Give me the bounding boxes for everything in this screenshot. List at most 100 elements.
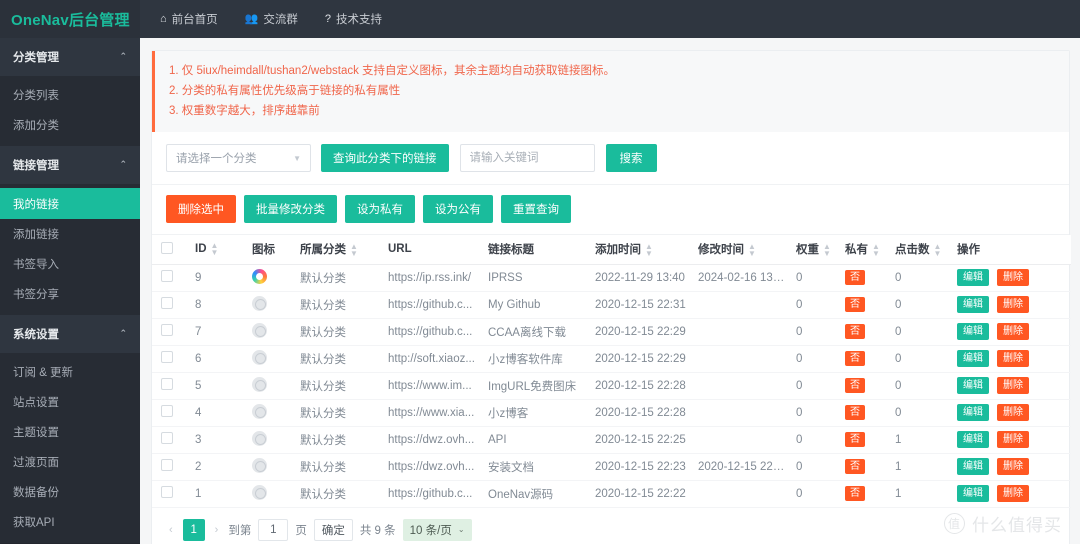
edit-button[interactable]: 编辑 [957,322,989,341]
cell-private: 否 [836,318,886,346]
delete-button[interactable]: 删除 [997,349,1029,368]
row-checkbox[interactable] [161,378,173,390]
sort-icon[interactable]: ▲ ▼ [748,243,756,258]
edit-button[interactable]: 编辑 [957,349,989,368]
private-badge[interactable]: 否 [845,270,865,285]
prev-page-button[interactable]: ‹ [166,524,176,536]
sidebar-item-2-4[interactable]: 数据备份 [0,477,140,507]
sidebar-item-0-0[interactable]: 分类列表 [0,80,140,110]
cell-operations: 编辑 删除 [948,318,1071,346]
sort-icon[interactable]: ▲ ▼ [872,243,880,258]
sort-icon[interactable]: ▲ ▼ [211,242,219,257]
cell-title-value: IPRSS [488,271,523,284]
sort-icon[interactable]: ▲ ▼ [350,243,358,258]
private-badge[interactable]: 否 [845,297,865,312]
column-header-id[interactable]: ID ▲ ▼ [186,235,243,265]
sidebar-item-1-1[interactable]: 添加链接 [0,219,140,249]
sort-icon[interactable]: ▲ ▼ [934,243,942,258]
page-size-select[interactable]: 10 条/页 ⌄ [402,518,472,541]
row-checkbox[interactable] [161,270,173,282]
row-checkbox-cell[interactable] [152,318,186,346]
column-header-added[interactable]: 添加时间 ▲ ▼ [586,235,689,265]
row-checkbox-cell[interactable] [152,453,186,481]
column-header-weight[interactable]: 权重 ▲ ▼ [787,235,836,265]
edit-button[interactable]: 编辑 [957,376,989,395]
delete-button[interactable]: 删除 [997,430,1029,449]
bulk-action-button-1[interactable]: 批量修改分类 [244,195,337,223]
category-select[interactable]: 请选择一个分类 ▼ [166,144,311,172]
bulk-action-button-3[interactable]: 设为公有 [423,195,493,223]
edit-button[interactable]: 编辑 [957,430,989,449]
topnav-item-1[interactable]: 👥 交流群 [245,11,298,27]
private-badge[interactable]: 否 [845,486,865,501]
column-header-private[interactable]: 私有 ▲ ▼ [836,235,886,265]
delete-button[interactable]: 删除 [997,403,1029,422]
sort-icon[interactable]: ▲ ▼ [645,243,653,258]
column-header-check [152,235,186,265]
row-checkbox[interactable] [161,324,173,336]
row-checkbox-cell[interactable] [152,264,186,292]
delete-button[interactable]: 删除 [997,457,1029,476]
cell-updated [689,399,787,427]
sidebar-item-2-3[interactable]: 过渡页面 [0,447,140,477]
sidebar-item-2-2[interactable]: 主题设置 [0,417,140,447]
sort-icon[interactable]: ▲ ▼ [823,243,831,258]
bulk-action-button-0[interactable]: 删除选中 [166,195,236,223]
row-checkbox-cell[interactable] [152,372,186,400]
column-header-updated[interactable]: 修改时间 ▲ ▼ [689,235,787,265]
delete-button[interactable]: 删除 [997,376,1029,395]
sidebar-group-2[interactable]: 系统设置 ⌃ [0,315,140,353]
row-checkbox-cell[interactable] [152,399,186,427]
cell-clicks: 0 [886,399,948,427]
private-badge[interactable]: 否 [845,432,865,447]
select-all-checkbox[interactable] [161,241,173,254]
sidebar-item-2-1[interactable]: 站点设置 [0,387,140,417]
edit-button[interactable]: 编辑 [957,484,989,503]
private-badge[interactable]: 否 [845,378,865,393]
private-badge[interactable]: 否 [845,324,865,339]
next-page-button[interactable]: › [212,524,222,536]
sidebar-item-1-3[interactable]: 书签分享 [0,279,140,309]
delete-button[interactable]: 删除 [997,295,1029,314]
edit-button[interactable]: 编辑 [957,268,989,287]
private-badge[interactable]: 否 [845,351,865,366]
row-checkbox-cell[interactable] [152,426,186,454]
row-checkbox[interactable] [161,351,173,363]
row-checkbox[interactable] [161,486,173,498]
sidebar-item-2-0[interactable]: 订阅 & 更新 [0,357,140,387]
sidebar-item-0-1[interactable]: 添加分类 [0,110,140,140]
page-number-1[interactable]: 1 [182,518,205,541]
sidebar-item-1-2[interactable]: 书签导入 [0,249,140,279]
sidebar-group-0[interactable]: 分类管理 ⌃ [0,38,140,76]
search-button[interactable]: 搜索 [605,144,657,172]
delete-button[interactable]: 删除 [997,268,1029,287]
sidebar-group-1[interactable]: 链接管理 ⌃ [0,146,140,184]
edit-button[interactable]: 编辑 [957,457,989,476]
row-checkbox-cell[interactable] [152,345,186,373]
sidebar-item-2-5[interactable]: 获取API [0,507,140,537]
delete-button[interactable]: 删除 [997,322,1029,341]
private-badge[interactable]: 否 [845,405,865,420]
column-header-cat[interactable]: 所属分类 ▲ ▼ [291,235,379,265]
bulk-action-button-4[interactable]: 重置查询 [501,195,571,223]
goto-page-input[interactable] [258,518,289,541]
bulk-action-button-2[interactable]: 设为私有 [345,195,415,223]
edit-button[interactable]: 编辑 [957,403,989,422]
row-checkbox-cell[interactable] [152,480,186,508]
query-category-links-button[interactable]: 查询此分类下的链接 [321,144,449,172]
topnav-item-0[interactable]: ⌂ 前台首页 [160,11,218,27]
row-checkbox[interactable] [161,459,173,471]
goto-confirm-button[interactable]: 确定 [313,518,353,541]
row-checkbox-cell[interactable] [152,291,186,319]
sidebar-item-1-0[interactable]: 我的链接 [0,188,140,219]
topnav-item-2[interactable]: ? 技术支持 [325,11,382,27]
private-badge[interactable]: 否 [845,459,865,474]
column-header-clicks[interactable]: 点击数 ▲ ▼ [886,235,948,265]
brand-logo[interactable]: OneNav后台管理 [0,0,140,38]
delete-button[interactable]: 删除 [997,484,1029,503]
keyword-input[interactable] [459,144,595,172]
row-checkbox[interactable] [161,297,173,309]
edit-button[interactable]: 编辑 [957,295,989,314]
row-checkbox[interactable] [161,405,173,417]
row-checkbox[interactable] [161,432,173,444]
